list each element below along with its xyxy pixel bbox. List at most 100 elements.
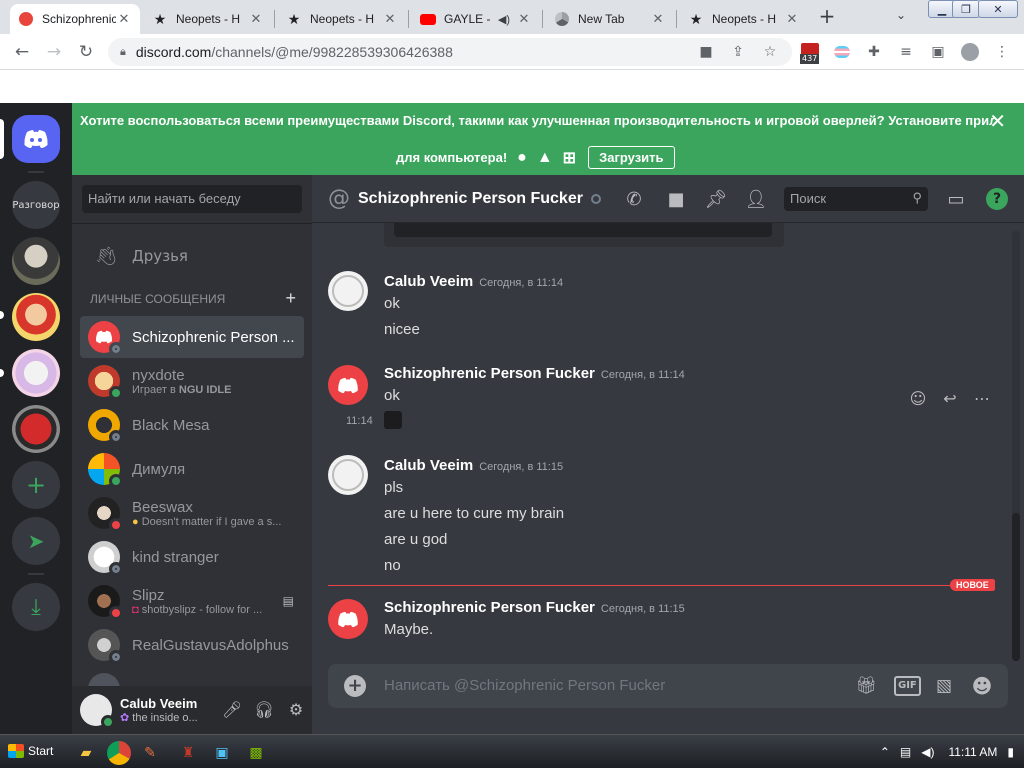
dm-item-partial[interactable] [80,668,304,686]
dm-item-black-mesa[interactable]: Black Mesa [80,404,304,446]
dm-item-nyxdote[interactable]: nyxdote Играет в NGU IDLE [80,360,304,402]
user-info[interactable]: Calub Veeim ✿ the inside o... [120,696,216,724]
add-reaction-icon[interactable]: ☺ [902,385,934,413]
add-friends-to-dm-button[interactable]: 👤︎ [744,188,768,212]
dm-item-kind-stranger[interactable]: kind stranger [80,536,304,578]
profile-avatar-icon[interactable] [961,43,979,61]
browser-tab-5[interactable]: New Tab ✕ [546,4,674,34]
tab-close-icon[interactable]: ✕ [116,11,132,27]
inbox-button[interactable]: ▭ [944,188,968,212]
back-arrow-icon[interactable]: ← [12,42,32,62]
dm-item-dimulya[interactable]: Димуля [80,448,304,490]
clock[interactable]: 11:11 AM [948,745,997,759]
create-dm-button[interactable]: + [285,289,296,307]
network-icon[interactable]: ▤ [900,745,911,759]
pride-flag-extension-icon[interactable] [833,43,851,61]
upload-attachment-button[interactable]: + [344,675,366,697]
tab-close-icon[interactable]: ✕ [382,11,398,27]
message-author[interactable]: Calub Veeim Сегодня, в 11:15 [384,457,563,474]
help-button[interactable]: ? [986,188,1008,210]
browser-tab-3[interactable]: ★ Neopets - H ✕ [278,4,406,34]
reload-icon[interactable]: ↻ [76,42,96,62]
start-voice-call-button[interactable]: ✆ [622,188,646,212]
sticker-button[interactable]: ▧ [932,674,956,698]
lock-icon[interactable]: 🔒︎ [120,45,126,59]
game-app-icon[interactable]: ♜ [176,741,200,765]
address-bar[interactable]: 🔒︎ discord.com/channels/@me/998228539306… [108,38,792,66]
dm-item-beeswax[interactable]: Beeswax ● Doesn't matter if I gave a s..… [80,492,304,534]
tab-close-icon[interactable]: ✕ [248,11,264,27]
server-avatar-red[interactable] [12,405,60,453]
start-button[interactable]: Start [2,739,59,763]
server-avatar-pink[interactable] [12,349,60,397]
volume-icon[interactable]: ◀) [921,745,934,759]
server-razgovor[interactable]: Разговор [12,181,60,229]
download-button[interactable]: Загрузить [588,146,675,169]
chrome-taskbar-icon[interactable] [107,741,131,765]
author-avatar[interactable] [328,455,368,495]
show-desktop-icon[interactable]: ▮ [1007,745,1014,759]
message-author[interactable]: Schizophrenic Person Fucker Сегодня, в 11… [384,599,685,616]
mute-microphone-button[interactable]: 🎤︎ [216,694,248,726]
tab-close-icon[interactable]: ✕ [516,11,532,27]
server-avatar-dark[interactable] [12,237,60,285]
server-avatar-anime[interactable] [12,293,60,341]
author-avatar[interactable] [328,271,368,311]
dm-item-schizophrenic-person[interactable]: Schizophrenic Person ... [80,316,304,358]
author-avatar[interactable] [328,599,368,639]
find-conversation-button[interactable]: Найти или начать беседу [82,185,302,213]
user-avatar[interactable] [80,694,115,729]
browser-tab-4[interactable]: GAYLE - ◀) ✕ [412,4,540,34]
monitor-app-icon[interactable]: ▩ [244,741,268,765]
gift-button[interactable]: 🎁︎ [854,674,878,698]
tab-close-icon[interactable]: ✕ [784,11,800,27]
paint-app-icon[interactable]: ✎ [138,741,162,765]
new-tab-button[interactable]: + [817,6,837,27]
dm-item-realgustavusadolphus[interactable]: RealGustavusAdolphus [80,624,304,666]
extension-calendar-icon[interactable]: 437 [800,43,821,64]
forward-arrow-icon[interactable]: → [44,42,64,62]
browser-menu-icon[interactable]: ⋮ [993,43,1011,61]
tab-search-chevron-icon[interactable]: ⌄ [896,8,906,22]
file-explorer-icon[interactable]: ▰ [74,741,98,765]
status-dnd-icon [109,606,123,620]
bookmark-star-icon[interactable]: ☆ [761,43,779,61]
start-video-call-button[interactable]: ■ [664,188,688,212]
add-server-button[interactable]: + [12,461,60,509]
tray-expand-icon[interactable]: ⌃ [880,745,890,759]
chat-scrollbar[interactable] [1012,231,1020,661]
message-author[interactable]: Calub Veeim Сегодня, в 11:14 [384,273,563,290]
browser-tab-2[interactable]: ★ Neopets - H ✕ [144,4,272,34]
scrollbar-thumb[interactable] [1012,513,1020,661]
message-author[interactable]: Schizophrenic Person Fucker Сегодня, в 11… [384,365,685,382]
user-settings-button[interactable]: ⚙ [280,694,312,726]
explore-servers-button[interactable]: ➤ [12,517,60,565]
close-banner-icon[interactable]: ✕ [989,109,1006,133]
download-apps-button[interactable]: ⤓ [12,583,60,631]
more-options-icon[interactable]: ⋯ [966,385,998,413]
deafen-button[interactable]: 🎧︎ [248,694,280,726]
browser-tab-6[interactable]: ★ Neopets - H ✕ [680,4,808,34]
side-panel-icon[interactable]: ▣ [929,43,947,61]
redacted-attachment[interactable] [384,411,402,429]
share-icon[interactable]: ⇪ [729,43,747,61]
media-control-icon[interactable]: ≡ [897,43,915,61]
dm-item-slipz[interactable]: Slipz ◘ shotbyslipz - follow for ... ▤ [80,580,304,622]
extensions-puzzle-icon[interactable]: ✚ [865,43,883,61]
speaker-icon[interactable]: ◀) [498,13,510,26]
maximize-window-button[interactable]: ❐ [952,0,980,18]
pinned-messages-button[interactable]: 📌︎ [704,188,728,212]
close-window-button[interactable]: ✕ [978,0,1018,18]
remote-desktop-icon[interactable]: ▣ [210,741,234,765]
chat-search-input[interactable]: Поиск ⚲ [784,187,928,211]
gif-button[interactable]: GIF [894,676,921,696]
emoji-button[interactable]: ☻ [970,674,994,698]
browser-tab-1[interactable]: Schizophrenic ✕ [10,4,140,34]
tab-close-icon[interactable]: ✕ [650,11,666,27]
camera-blocked-icon[interactable]: ■ [697,43,715,61]
friends-link[interactable]: 👋︎ Друзья [80,235,304,277]
message-input[interactable]: Написать @Schizophrenic Person Fucker [384,677,665,694]
reply-icon[interactable]: ↩ [934,385,966,413]
author-avatar[interactable] [328,365,368,405]
direct-messages-home-button[interactable] [12,115,60,163]
